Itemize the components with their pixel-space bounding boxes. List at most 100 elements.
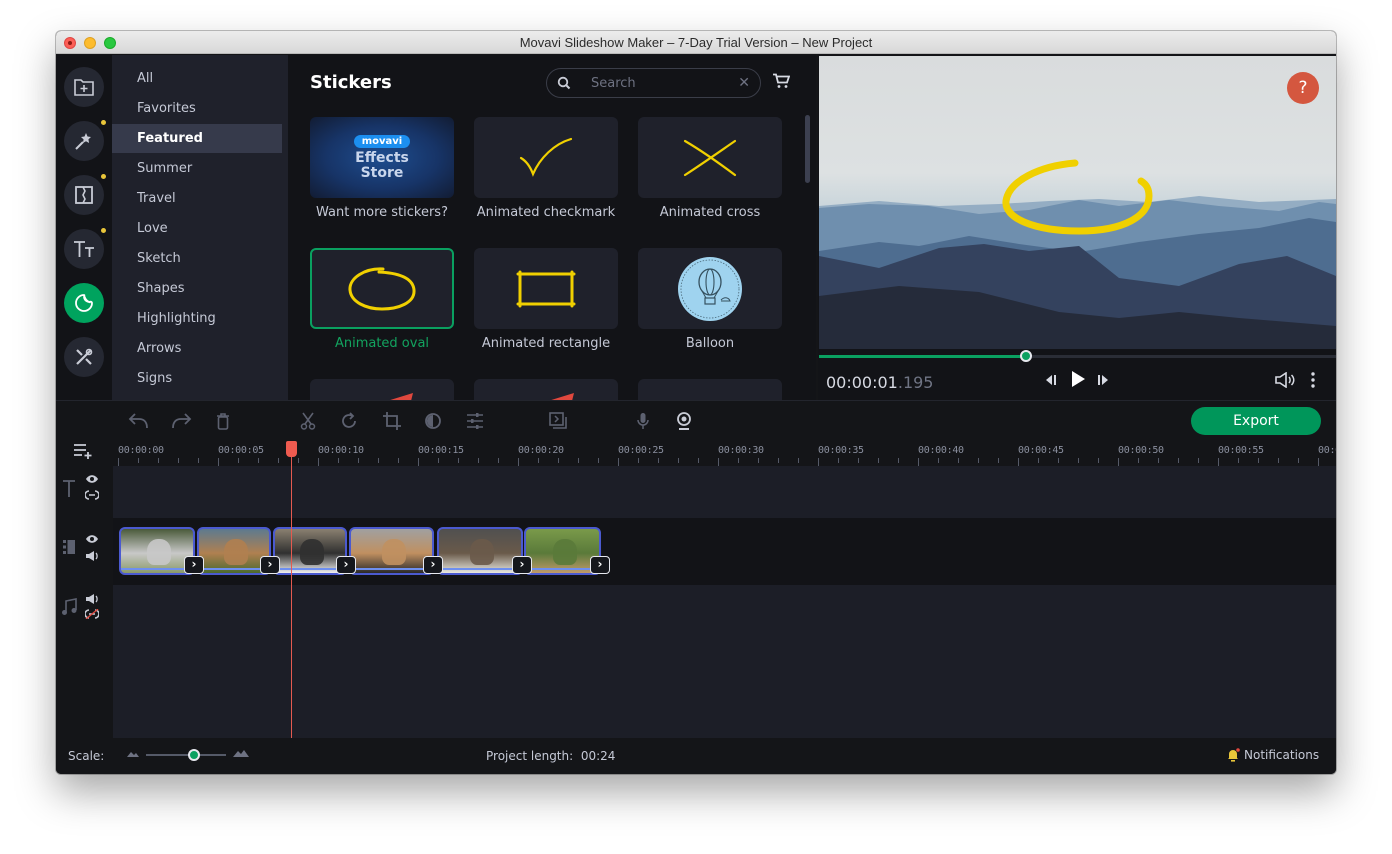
export-button[interactable]: Export — [1191, 407, 1321, 435]
crop-icon[interactable] — [383, 412, 401, 430]
sticker-tile-animated-oval[interactable] — [310, 248, 454, 329]
cut-icon[interactable] — [300, 412, 316, 430]
ruler-tick — [958, 458, 959, 463]
ruler-time-label: 00:00:20 — [518, 445, 564, 456]
transition-marker[interactable]: › — [423, 556, 443, 574]
volume-icon[interactable] — [1274, 372, 1296, 388]
ruler-tick — [798, 458, 799, 463]
sticker-tile-partial[interactable] — [474, 379, 618, 400]
sticker-tile-animated-rectangle[interactable] — [474, 248, 618, 329]
webcam-icon[interactable] — [676, 412, 692, 430]
visibility-eye-icon[interactable] — [85, 474, 99, 484]
category-featured[interactable]: Featured — [112, 124, 282, 153]
category-love[interactable]: Love — [112, 214, 282, 243]
store-text-line1: Effects — [355, 149, 409, 166]
category-all[interactable]: All — [112, 64, 282, 93]
balloon-sticker-icon — [678, 256, 742, 321]
category-favorites[interactable]: Favorites — [112, 94, 282, 123]
rotate-icon[interactable] — [340, 412, 358, 430]
zoom-out-mountain-icon[interactable] — [127, 751, 139, 757]
playhead-handle[interactable] — [286, 441, 297, 457]
project-length-value: 00:24 — [580, 749, 616, 763]
ruler-tick — [298, 458, 299, 463]
undo-icon[interactable] — [128, 412, 150, 430]
clip-audio-line — [526, 568, 599, 570]
seek-handle[interactable] — [1019, 350, 1032, 362]
more-options-icon[interactable] — [1310, 372, 1316, 388]
video-track[interactable]: › › › › › › — [113, 518, 1336, 585]
microphone-icon[interactable] — [637, 412, 649, 430]
visibility-eye-icon[interactable] — [85, 534, 99, 544]
ruler-time-label: 00:00:10 — [318, 445, 364, 456]
ruler-tick — [678, 458, 679, 463]
category-shapes[interactable]: Shapes — [112, 274, 282, 303]
sticker-tile-animated-checkmark[interactable] — [474, 117, 618, 198]
ruler-tick — [158, 458, 159, 463]
sticker-grid-scrollbar[interactable] — [805, 115, 810, 183]
ruler-tick — [118, 458, 119, 466]
sticker-tile-partial[interactable] — [638, 379, 782, 400]
delete-icon[interactable] — [216, 412, 230, 430]
category-highlighting[interactable]: Highlighting — [112, 304, 282, 333]
rail-titles-button[interactable] — [64, 228, 106, 269]
sticker-tile-animated-cross[interactable] — [638, 117, 782, 198]
category-arrows[interactable]: Arrows — [112, 334, 282, 363]
clear-search-icon[interactable]: ✕ — [738, 76, 750, 90]
category-sketch[interactable]: Sketch — [112, 244, 282, 273]
link-icon[interactable] — [85, 490, 99, 500]
next-frame-icon[interactable] — [1096, 373, 1110, 387]
scale-slider[interactable] — [146, 749, 226, 761]
previous-frame-icon[interactable] — [1044, 373, 1058, 387]
rail-tools-button[interactable] — [64, 337, 104, 377]
scale-slider-handle[interactable] — [188, 749, 200, 761]
add-track-icon[interactable] — [73, 442, 95, 460]
ruler-tick — [738, 458, 739, 463]
ruler-tick — [718, 458, 719, 466]
notifications-button[interactable]: Notifications — [1226, 748, 1319, 762]
ruler-tick — [418, 458, 419, 466]
color-adjust-icon[interactable] — [424, 412, 442, 430]
mute-speaker-icon[interactable] — [85, 550, 99, 562]
ruler-tick — [1038, 458, 1039, 463]
sticker-tile-balloon[interactable] — [638, 248, 782, 329]
transition-marker[interactable]: › — [184, 556, 204, 574]
redo-icon[interactable] — [170, 412, 192, 430]
sticker-tile-partial[interactable] — [310, 379, 454, 400]
category-signs[interactable]: Signs — [112, 364, 282, 393]
cart-icon[interactable] — [772, 73, 790, 89]
ruler-time-label: 00:0 — [1318, 445, 1336, 456]
search-input[interactable] — [591, 74, 731, 92]
transition-marker[interactable]: › — [336, 556, 356, 574]
zoom-in-mountain-icon[interactable] — [233, 750, 249, 757]
ruler-tick — [458, 458, 459, 463]
unlink-icon[interactable] — [85, 609, 99, 619]
video-clip[interactable] — [437, 527, 523, 575]
transition-marker[interactable]: › — [260, 556, 280, 574]
category-travel[interactable]: Travel — [112, 184, 282, 213]
video-clip[interactable] — [349, 527, 434, 575]
project-length: Project length: 00:24 — [486, 749, 615, 763]
clip-thumbnail-subject — [300, 539, 324, 565]
ruler-tick — [518, 458, 519, 466]
transition-marker[interactable]: › — [512, 556, 532, 574]
rail-magic-button[interactable] — [64, 120, 106, 161]
settings-sliders-icon[interactable] — [466, 412, 484, 430]
audio-track[interactable] — [113, 585, 1336, 738]
ruler-tick — [858, 458, 859, 463]
transition-marker[interactable]: › — [590, 556, 610, 574]
rail-stickers-button[interactable] — [64, 283, 104, 323]
sticker-tile-effects-store[interactable]: movavi Effects Store — [310, 117, 454, 198]
sticker-label: Want more stickers? — [316, 205, 448, 220]
rail-transitions-button[interactable] — [64, 174, 106, 215]
text-track[interactable] — [113, 466, 1336, 518]
mute-speaker-icon[interactable] — [85, 593, 99, 605]
rail-import-button[interactable] — [64, 67, 104, 107]
search-box: ✕ — [546, 68, 761, 98]
transition-wizard-icon[interactable] — [549, 412, 567, 430]
transitions-icon — [75, 186, 93, 204]
preview-seek-bar[interactable] — [819, 350, 1336, 362]
category-summer[interactable]: Summer — [112, 154, 282, 183]
help-button[interactable]: ? — [1287, 72, 1319, 104]
play-icon[interactable] — [1070, 370, 1086, 388]
track-headers — [56, 466, 113, 738]
